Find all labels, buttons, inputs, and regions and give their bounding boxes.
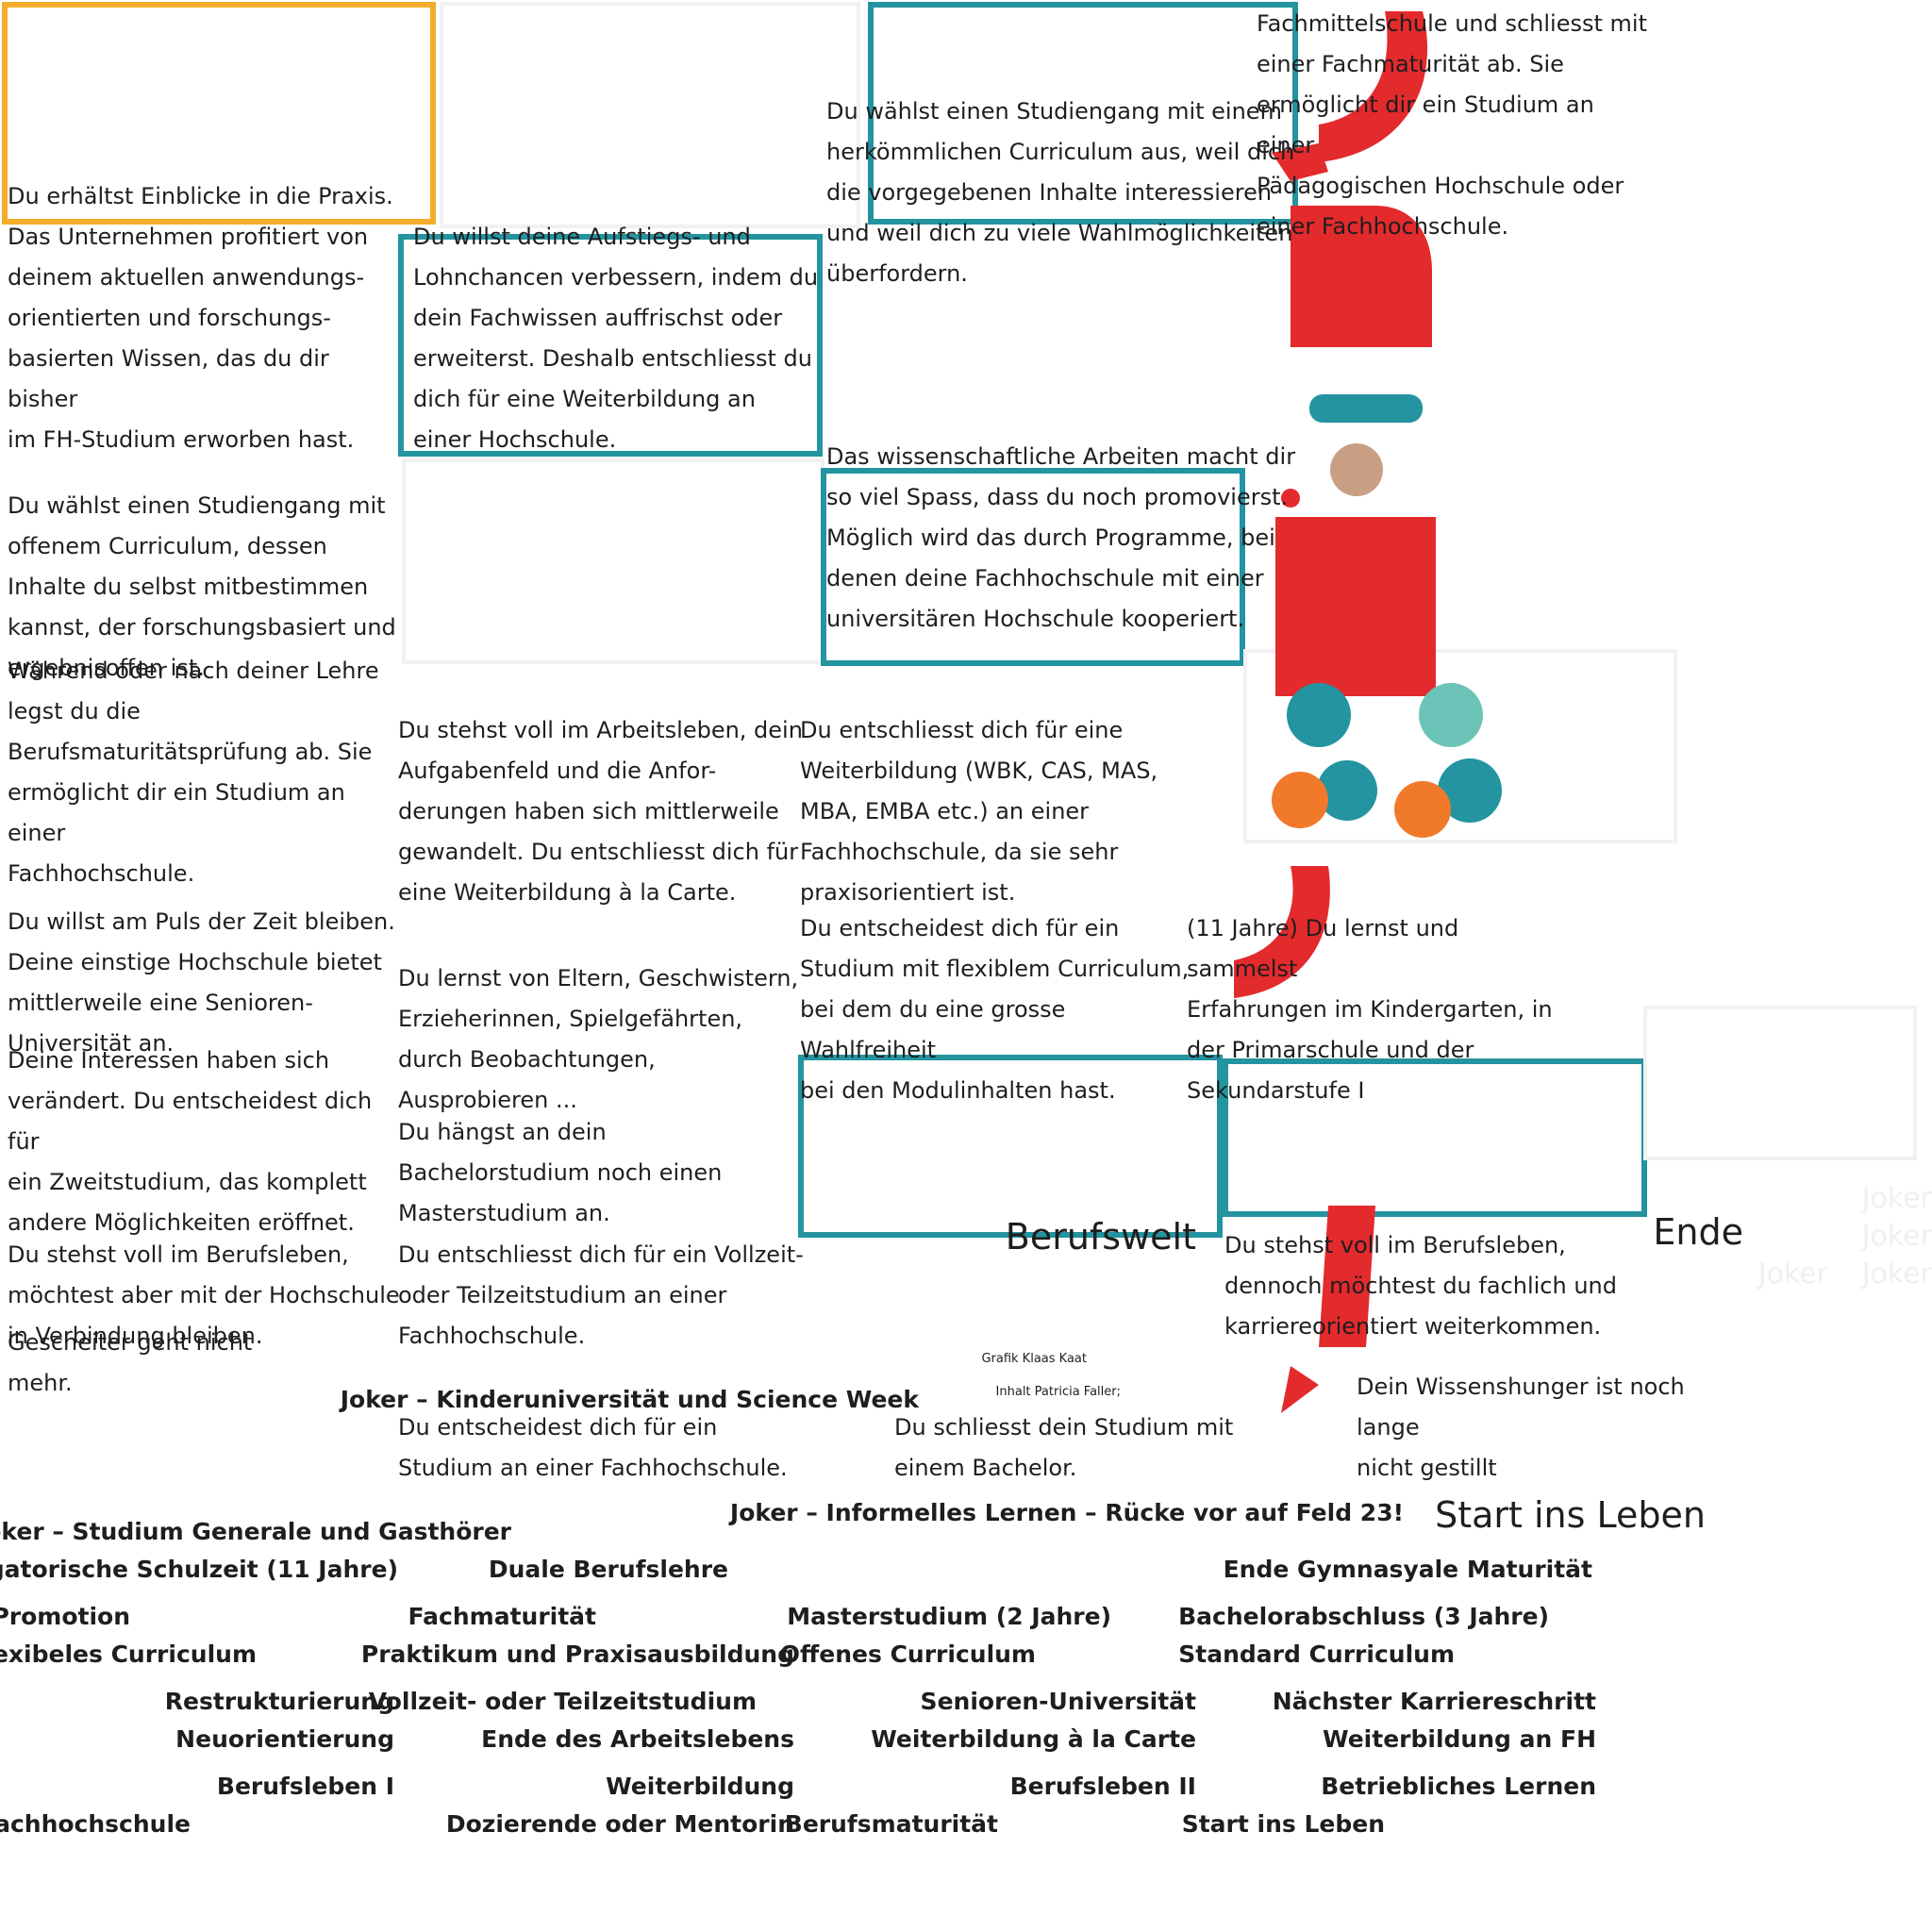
card-slot-grey-2 [402,458,824,664]
label-neuorientierung: Neuorientierung [175,1725,394,1753]
crowd-figures-icon [1272,683,1502,838]
label-promotion: Promotion [0,1603,130,1630]
field-weiterbildung-hs: Du willst deine Aufstiegs- und Lohnchanc… [413,224,819,453]
joker-informell: Joker – Informelles Lernen – Rücke vor a… [729,1499,1404,1526]
field-fms: Du entscheidest dich für eine Fachmittel… [1257,10,1647,240]
field-fhstudium: Du entscheidest dich für ein Studium an … [398,1414,788,1481]
label-berufsleben-1: Berufsleben I [216,1773,394,1800]
label-duale-berufslehre: Duale Berufslehre [488,1556,728,1583]
joker-ghost-2: Joker [1861,1220,1932,1253]
field-primar: (11 Jahre) Du lernst und sammelst Erfahr… [1187,915,1553,1104]
label-flexibeles-curriculum: Flexibeles Curriculum [0,1641,257,1668]
field-bachelor: Du schliesst dein Studium mit einem Bach… [894,1414,1234,1481]
field-zweitstudium: Deine Interessen haben sich verändert. D… [8,1047,373,1236]
label-standard-curriculum: Standard Curriculum [1178,1641,1455,1668]
joker-generale: Joker – Studium Generale und Gasthörer [0,1518,511,1545]
heading-berufswelt: Berufswelt [1005,1216,1196,1257]
label-ende-gymnasyale: Ende Gymnasyale Maturität [1223,1556,1592,1583]
field-master: Du hängst an dein Bachelorstudium noch e… [398,1119,723,1226]
label-start-ins-leben: Start ins Leben [1181,1810,1385,1838]
label-ende-arbeitsleben: Ende des Arbeitslebens [481,1725,794,1753]
label-praktikum: Praktikum und Praxisausbildung [360,1641,794,1668]
label-betriebliches-lernen: Betriebliches Lernen [1321,1773,1596,1800]
label-obligatorische-schulzeit: Obligatorische Schulzeit (11 Jahre) [0,1556,398,1583]
label-dozierende: Dozierende oder Mentorin [445,1810,794,1838]
field-wbk: Du entschliesst dich für eine Weiterbild… [800,717,1158,906]
field-ueberfordern: Du wählst einen Studiengang mit einem he… [826,98,1295,287]
heading-start: Start ins Leben [1435,1494,1706,1536]
card-slot-grey [440,2,860,228]
label-offenes-curriculum: Offenes Curriculum [779,1641,1036,1668]
field-alacarte: Du stehst voll im Arbeitsleben, dein Auf… [398,717,803,906]
acrobat-figure-icon [1281,394,1423,508]
label-fachhochschule: Fachhochschule [0,1810,191,1838]
joker-ghost-4: Joker [1757,1257,1828,1291]
credit-grafik: Grafik Klaas Kaat [981,1352,1087,1366]
label-masterstudium: Masterstudium (2 Jahre) [787,1603,1111,1630]
label-weiterbildung-fh: Weiterbildung an FH [1323,1725,1596,1753]
joker-ghost-3: Joker [1861,1257,1932,1291]
field-promotion: Das wissenschaftliche Arbeiten macht dir… [826,443,1296,632]
joker-ghost-1: Joker [1861,1182,1932,1215]
card-slot-grey-4 [1643,1006,1917,1160]
label-naechster-karriereschritt: Nächster Karriereschritt [1272,1688,1596,1715]
label-restrukturierung: Restrukturierung [164,1688,394,1715]
label-berufsmaturitaet: Berufsmaturität [784,1810,998,1838]
field-bms: Während oder nach deiner Lehre legst du … [8,658,379,887]
field-praxis: Du erhältst Einblicke in die Praxis. Das… [8,183,393,453]
label-bachelorabschluss: Bachelorabschluss (3 Jahre) [1178,1603,1549,1630]
field-flexibel: Du entscheidest dich für ein Studium mit… [800,915,1190,1104]
label-weiterbildung-alacarte: Weiterbildung à la Carte [871,1725,1196,1753]
heading-ende: Ende [1653,1211,1743,1253]
board-canvas: Du entscheidest dich für eine Fachmittel… [0,0,1932,1932]
label-fachmaturitaet: Fachmaturität [408,1603,596,1630]
label-weiterbildung: Weiterbildung [606,1773,794,1800]
field-vollzeit: Du entschliesst dich für ein Vollzeit- o… [398,1241,804,1349]
field-wissenshunger: Dein Wissenshunger ist noch lange nicht … [1357,1374,1685,1481]
label-senioren-uni: Senioren-Universität [920,1688,1196,1715]
joker-kinder: Joker – Kinderuniversität und Science We… [340,1386,919,1413]
field-karriere: Du stehst voll im Berufsleben, dennoch m… [1224,1232,1617,1340]
label-vollzeit-teilzeit: Vollzeit- oder Teilzeitstudium [368,1688,757,1715]
label-berufsleben-2: Berufsleben II [1009,1773,1196,1800]
field-eltern: Du lernst von Eltern, Geschwistern, Erzi… [398,965,799,1113]
credit-inhalt: Inhalt Patricia Faller; [995,1385,1121,1399]
